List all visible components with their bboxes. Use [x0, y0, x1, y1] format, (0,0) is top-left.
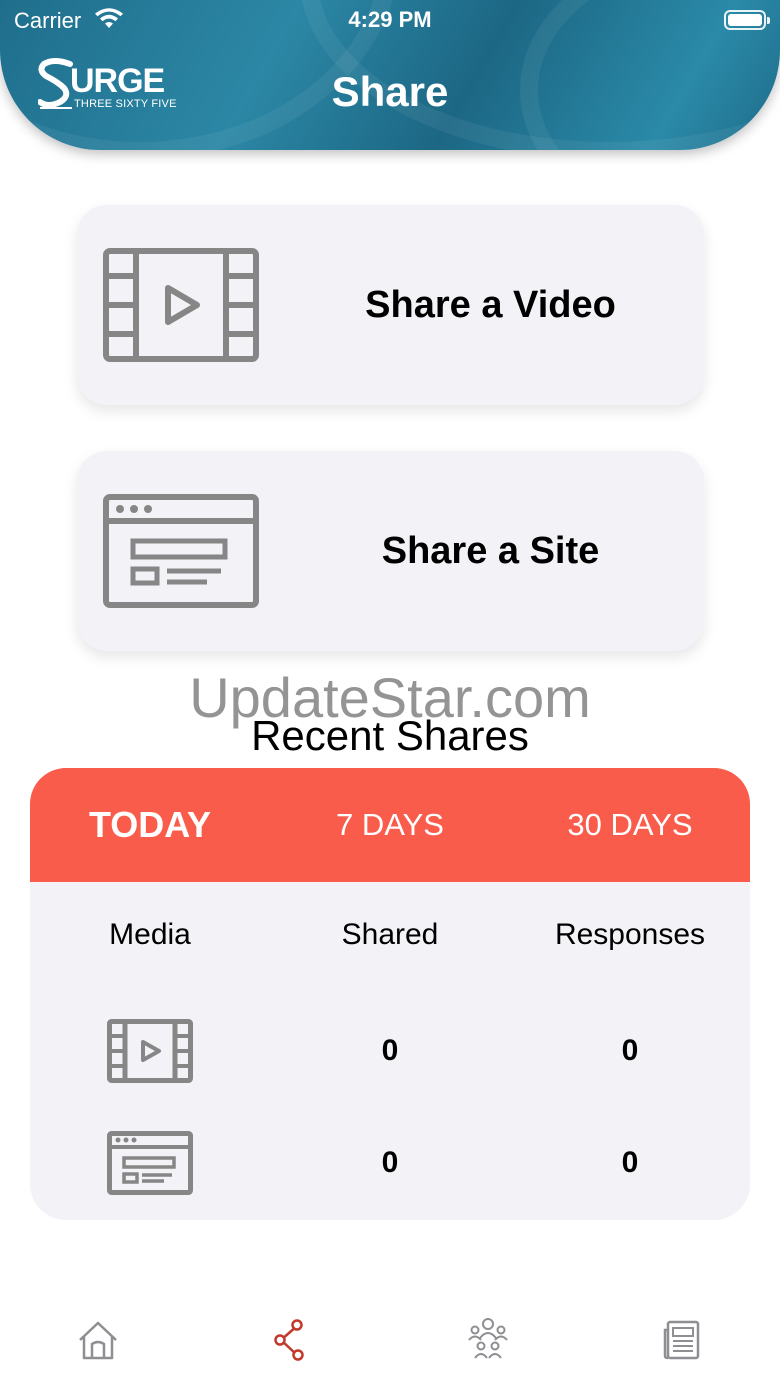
responses-count: 0 — [621, 1034, 639, 1067]
share-video-button[interactable]: Share a Video — [77, 205, 704, 405]
column-header-media: Media — [109, 918, 191, 951]
table-row: 0 0 — [30, 1016, 750, 1086]
bottom-nav — [0, 1300, 780, 1387]
tab-7-days[interactable]: 7 DAYS — [270, 768, 510, 882]
shared-count: 0 — [381, 1146, 399, 1179]
period-tabs: TODAY 7 DAYS 30 DAYS — [30, 768, 750, 882]
responses-count: 0 — [621, 1146, 639, 1179]
shared-count: 0 — [381, 1034, 399, 1067]
share-site-button[interactable]: Share a Site — [77, 451, 704, 651]
header-bar: Carrier 4:29 PM URGE THREE SIXTY FIVE Sh… — [0, 0, 780, 150]
newspaper-icon[interactable] — [660, 1318, 704, 1362]
browser-window-icon — [103, 494, 259, 608]
tab-today[interactable]: TODAY — [30, 768, 270, 882]
recent-shares-panel: TODAY 7 DAYS 30 DAYS Media Shared Respon… — [30, 768, 750, 1220]
film-play-icon — [107, 1019, 193, 1083]
clock: 4:29 PM — [348, 7, 432, 32]
page-title: Share — [331, 68, 449, 115]
browser-window-icon — [107, 1131, 193, 1195]
share-icon[interactable] — [268, 1318, 312, 1362]
share-video-label: Share a Video — [365, 283, 616, 326]
tab-30-days[interactable]: 30 DAYS — [510, 768, 750, 882]
film-play-icon — [103, 248, 259, 362]
recent-shares-title: Recent Shares — [251, 712, 529, 759]
column-header-responses: Responses — [554, 918, 706, 951]
column-header-shared: Shared — [341, 918, 439, 951]
status-bar: Carrier 4:29 PM — [0, 0, 780, 40]
battery-icon — [724, 10, 770, 30]
people-icon[interactable] — [466, 1318, 510, 1362]
home-icon[interactable] — [76, 1318, 120, 1362]
share-site-label: Share a Site — [381, 529, 600, 572]
table-row: 0 0 — [30, 1128, 750, 1198]
